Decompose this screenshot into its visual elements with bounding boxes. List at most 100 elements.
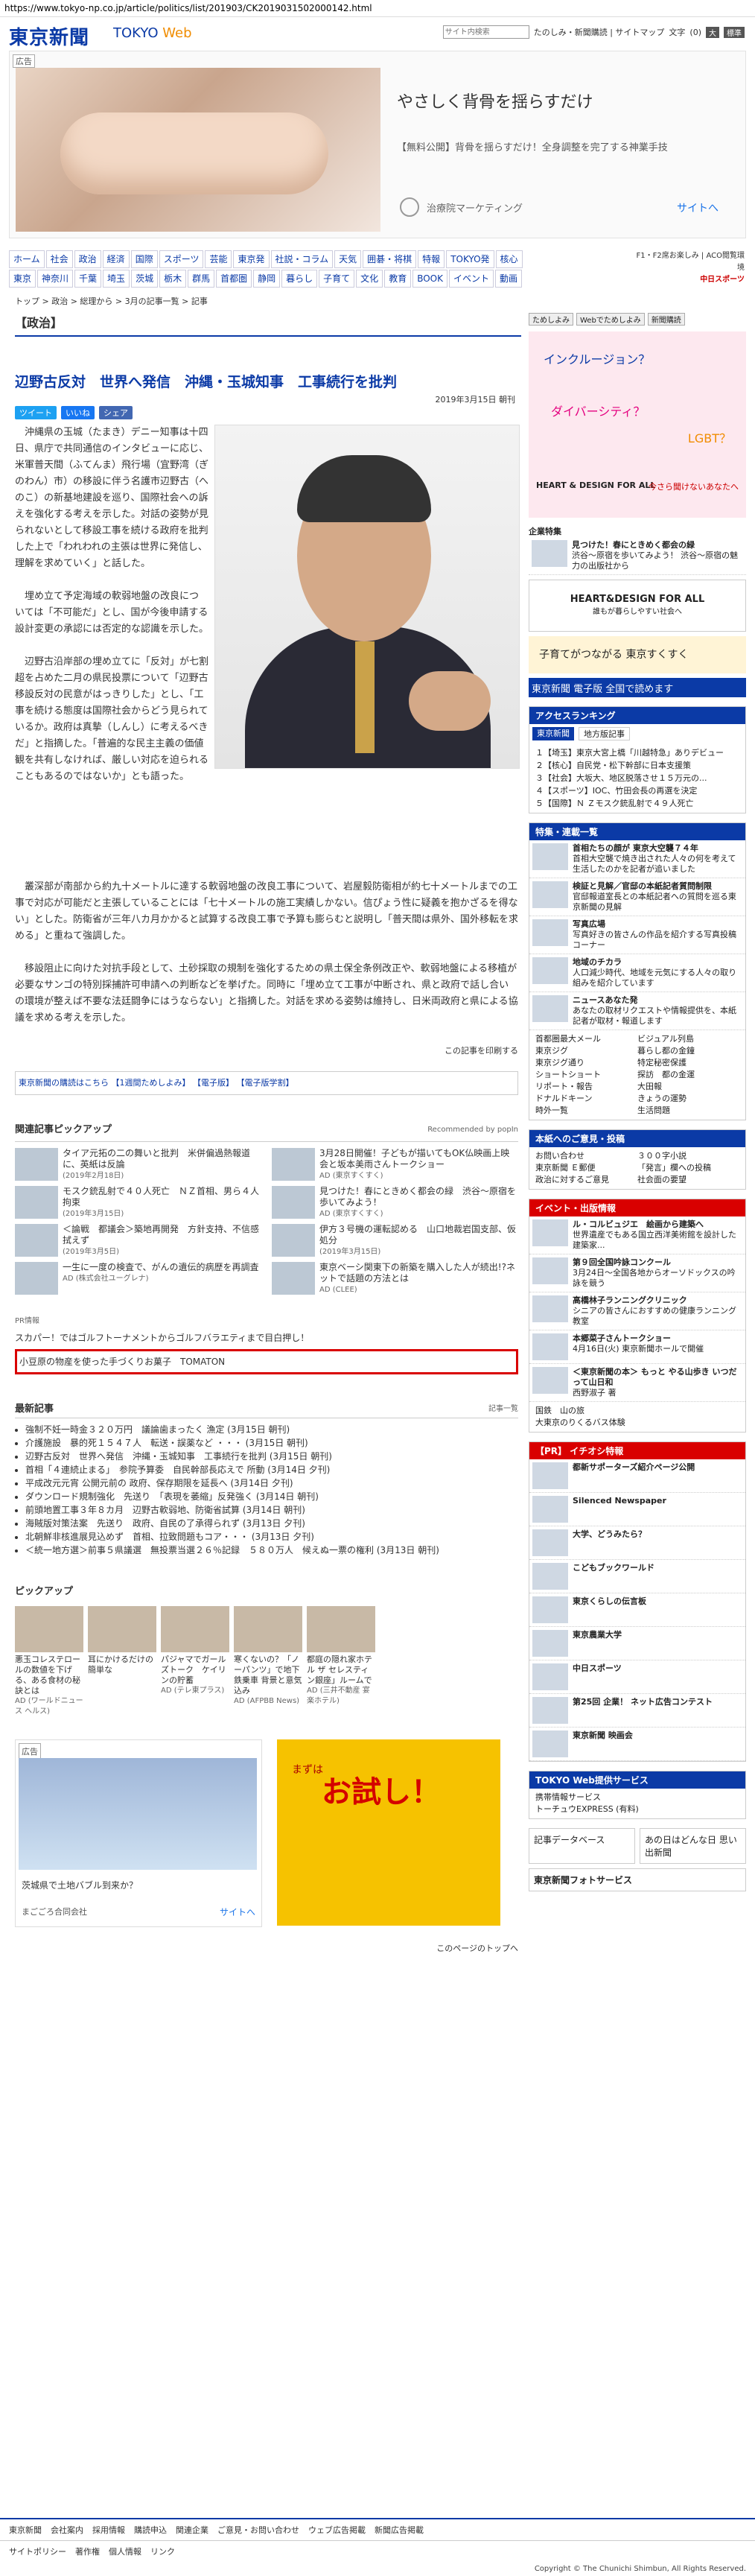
- nav-item[interactable]: 静岡: [253, 270, 281, 288]
- subscription-links[interactable]: 東京新聞の購読はこちら 【1週間ためしよみ】 【電子版】 【電子版学割】: [15, 1071, 518, 1095]
- nav-item[interactable]: 千葉: [74, 270, 102, 288]
- event-item[interactable]: ＜東京新聞の本＞ もっと やる山歩き いつだって山日和 西野淑子 著: [529, 1364, 745, 1402]
- nav-item[interactable]: 神奈川: [37, 270, 74, 288]
- article-db-banner[interactable]: 記事データベース: [529, 1828, 635, 1864]
- latest-item[interactable]: 首相「４連続止まる」 参院予算委 自民幹部長応えで 所動 (3月14日 夕刊): [25, 1463, 518, 1476]
- feature-item[interactable]: ニュースあなた発 あなたの取材リクエストや情報提供を、本紙記者が取材・報道します: [529, 992, 745, 1030]
- footer-link[interactable]: 関連企業: [176, 2524, 208, 2536]
- feature-link[interactable]: ドナルドキーン: [535, 1093, 637, 1105]
- nav-item[interactable]: 群馬: [188, 270, 215, 288]
- chunichi-sports-link[interactable]: 中日スポーツ: [700, 276, 745, 284]
- feature-link[interactable]: ショートショート: [535, 1069, 637, 1081]
- nav-item[interactable]: 埼玉: [103, 270, 130, 288]
- print-link[interactable]: この記事を印刷する: [15, 1043, 518, 1059]
- latest-item[interactable]: 海賊版対策法案 先送り 政府、自民の了承得られず (3月13日 夕刊): [25, 1517, 518, 1530]
- footer-link[interactable]: 採用情報: [92, 2524, 125, 2536]
- feature-link[interactable]: 首都圏最大メール: [535, 1033, 637, 1045]
- related-item[interactable]: モスク銃乱射で４０人死亡 ＮＺ首相、男ら４人拘束 (2019年3月15日): [15, 1186, 261, 1219]
- subscribe-button[interactable]: 新聞購読: [647, 313, 685, 326]
- tweet-button[interactable]: ツイート: [15, 406, 57, 419]
- pickup-item[interactable]: 耳にかけるだけの簡単な: [88, 1606, 156, 1717]
- nav-item[interactable]: イベント: [448, 270, 494, 288]
- related-item[interactable]: 3月28日開催！子どもが描いてもOK仏映画上映会と坂本美雨さんトークショー AD …: [272, 1148, 518, 1181]
- nav-item[interactable]: TOKYO発: [446, 250, 494, 268]
- trial-button[interactable]: ためしよみ: [529, 313, 573, 326]
- sidebar-banner-inclusion[interactable]: インクルージョン？ ダイバーシティ？ LGBT？ HEART & DESIGN …: [529, 331, 746, 518]
- bottom-ad-site-link[interactable]: サイトへ: [220, 1904, 255, 1920]
- latest-item[interactable]: 介護施設 暴的死１５４７人 転送・誤薬など ・・・ (3月15日 朝刊): [25, 1436, 518, 1450]
- pr-link[interactable]: スカパー！ではゴルフトーナメントからゴルフバラエティまで目白押し！: [15, 1330, 518, 1346]
- latest-item[interactable]: 辺野古反対 世界へ発信 沖縄・玉城知事 工事続行を批判 (3月15日 朝刊): [25, 1450, 518, 1463]
- related-item[interactable]: 見つけた！春にときめく都会の緑 渋谷～原宿を歩いてみよう！ AD (東京すくすく): [272, 1186, 518, 1219]
- related-item[interactable]: 一生に一度の検査で、がんの遺伝的病歴を再調査 AD (株式会社ユーグレナ): [15, 1262, 261, 1295]
- footer-link[interactable]: ご意見・お問い合わせ: [217, 2524, 299, 2536]
- event-item[interactable]: 本郷菜子さんトークショー 4月16日(火) 東京新聞ホールで開催: [529, 1330, 745, 1364]
- latest-item[interactable]: 前頭地置工事３年８カ月 辺野古軟弱地、防衛省試算 (3月14日 朝刊): [25, 1503, 518, 1517]
- pr-item[interactable]: Silenced Newspaper: [529, 1493, 745, 1526]
- nav-item[interactable]: BOOK: [412, 270, 447, 288]
- web-service-link[interactable]: 携帯情報サービス: [535, 1792, 739, 1803]
- nav-item[interactable]: 子育て: [319, 270, 355, 288]
- feature-link[interactable]: 特定秘密保護: [637, 1057, 739, 1069]
- search-input[interactable]: [442, 25, 529, 39]
- nav-right-links[interactable]: F1・F2席お楽しみ | ACO閲覧環境: [633, 250, 745, 274]
- ranking-tab-tokyo[interactable]: 東京新聞: [532, 727, 574, 740]
- ranking-item[interactable]: ２【核心】自民党・松下幹部に日本支援策: [535, 759, 739, 772]
- nav-item[interactable]: 教育: [384, 270, 412, 288]
- feature-link[interactable]: 生活問題: [637, 1105, 739, 1117]
- latest-item[interactable]: ダウンロード規制強化 先送り 「表現を萎縮」反発強く (3月14日 朝刊): [25, 1490, 518, 1503]
- event-item[interactable]: 高橋林子ランニングクリニック シニアの皆さんにおすすめの健康ランニング教室: [529, 1292, 745, 1330]
- feature-link[interactable]: きょうの運勢: [637, 1093, 739, 1105]
- related-item[interactable]: 伊方３号機の運転認める 山口地裁岩国支部、仮処分 (2019年3月15日): [272, 1224, 518, 1257]
- ranking-item[interactable]: ４【スポーツ】IOC、竹田会長の再選を決定: [535, 784, 739, 797]
- bottom-ad-right[interactable]: まずは お試し！: [277, 1739, 500, 1926]
- pickup-item[interactable]: 悪玉コレステロールの数値を下げる、ある食材の秘訣とは AD (ワールドニュース ヘ…: [15, 1606, 83, 1717]
- feature-link[interactable]: 東京ジグ: [535, 1045, 637, 1057]
- nav-item[interactable]: スポーツ: [159, 250, 204, 268]
- footer-link[interactable]: 新聞広告掲載: [375, 2524, 424, 2536]
- service-link[interactable]: お問い合わせ: [535, 1150, 637, 1162]
- feature-item[interactable]: 検証と見解／官邸の本紙記者質問制限 官邸報道室長との本紙記者への質問を巡る東京新聞…: [529, 878, 745, 916]
- related-item[interactable]: タイア元拓の二の舞いと批判 米併偏過熱報道に、英紙は反論 (2019年2月18日): [15, 1148, 261, 1181]
- pr-item[interactable]: 東京新聞 映画会: [529, 1728, 745, 1761]
- latest-list-link[interactable]: 記事一覧: [488, 1401, 518, 1418]
- feature-item[interactable]: 地域のチカラ 人口減少時代、地域を元気にする人々の取り組みを紹介しています: [529, 954, 745, 992]
- site-logo[interactable]: 東京新聞: [9, 22, 89, 50]
- nav-item[interactable]: 東京発: [233, 250, 270, 268]
- feature-link[interactable]: 大田報: [637, 1081, 739, 1093]
- feature-item[interactable]: 写真広場 写真好きの皆さんの作品を紹介する写真投稿コーナー: [529, 916, 745, 954]
- pickup-item[interactable]: パジャマでガールズトーク ケイリンの貯蓄 AD (テレ東プラス): [161, 1606, 229, 1717]
- web-trial-button[interactable]: Webでためしよみ: [576, 313, 645, 326]
- ranking-tab-local[interactable]: 地方版記事: [579, 727, 630, 740]
- ad-site-link[interactable]: サイトへ: [677, 200, 719, 215]
- feature-link[interactable]: 暮らし都の金鐘: [637, 1045, 739, 1057]
- latest-item[interactable]: 北朝鮮非核進展見込めず 首相、拉致問題もコア・・・ (3月13日 夕刊): [25, 1530, 518, 1544]
- corp-item[interactable]: 見つけた！春にときめく都会の緑 渋谷～原宿を歩いてみよう！ 渋谷～原宿の魅力の出版…: [529, 537, 746, 575]
- pr-item[interactable]: 都新サポーターズ紹介ページ公開: [529, 1459, 745, 1493]
- feature-link[interactable]: ビジュアル列島: [637, 1033, 739, 1045]
- ranking-item[interactable]: ３【社会】大坂大、地区脱落させ１５万元の...: [535, 772, 739, 784]
- bottom-ad-left[interactable]: 広告 茨城県で土地バブル到来か？ まごごろ合同会社 サイトへ: [15, 1739, 262, 1927]
- page-top-link[interactable]: このページのトップへ: [15, 1941, 518, 1957]
- footer-link[interactable]: 東京新聞: [9, 2524, 42, 2536]
- nav-item[interactable]: 茨城: [131, 270, 159, 288]
- font-standard-button[interactable]: 標準: [724, 26, 745, 38]
- breadcrumb[interactable]: トップ > 政治 > 総理から > 3月の記事一覧 > 記事: [15, 295, 208, 307]
- pr-item[interactable]: こどもブックワールド: [529, 1560, 745, 1593]
- footer-link[interactable]: ウェブ広告掲載: [308, 2524, 366, 2536]
- latest-item[interactable]: ＜統一地方選＞前事５県議選 無投票当選２６％記録 ５８０万人 候えぬ一票の権利 …: [25, 1544, 518, 1557]
- pr-item[interactable]: 東京くらしの伝言板: [529, 1593, 745, 1627]
- footer-link[interactable]: リンク: [150, 2545, 175, 2557]
- nav-item[interactable]: 天気: [334, 250, 362, 268]
- feature-link[interactable]: 時外一覧: [535, 1105, 637, 1117]
- like-button[interactable]: いいね: [61, 406, 95, 419]
- event-item[interactable]: 第９回全国吟詠コンクール 3月24日～全国各地からオーソドックスの吟詠を競う: [529, 1254, 745, 1292]
- nav-item[interactable]: 文化: [356, 270, 383, 288]
- ad-image[interactable]: [16, 68, 380, 232]
- sukusuku-banner[interactable]: 子育てがつながる 東京すくすく: [529, 636, 746, 673]
- photo-service-banner[interactable]: 東京新聞フォトサービス: [529, 1868, 746, 1891]
- nav-item[interactable]: 暮らし: [281, 270, 318, 288]
- service-link[interactable]: 社会面の要望: [637, 1174, 739, 1186]
- service-link[interactable]: 政治に対するご意見: [535, 1174, 637, 1186]
- service-link[interactable]: ３００字小説: [637, 1150, 739, 1162]
